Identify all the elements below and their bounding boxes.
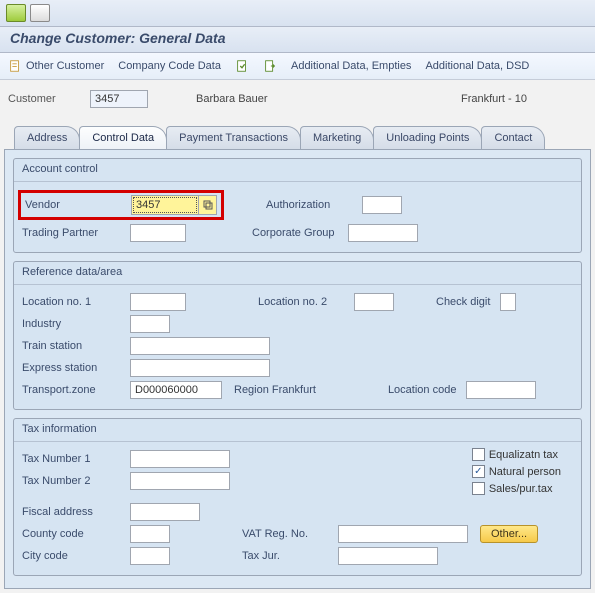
tax-checks: Equalizatn tax ✓ Natural person Sales/pu… [472,448,581,495]
vendor-highlight: Vendor [18,190,224,220]
tzone-input[interactable] [130,381,222,399]
tzone-text: Region Frankfurt [234,384,316,396]
group-account-control: Account control Vendor Authorization Tra… [13,158,582,253]
additional-empties-button[interactable]: Additional Data, Empties [291,60,411,72]
customer-number-input[interactable] [90,90,148,108]
sales-tax-checkbox[interactable] [472,482,485,495]
equal-tax-label: Equalizatn tax [489,449,558,461]
other-customer-label: Other Customer [26,60,104,72]
additional-dsd-label: Additional Data, DSD [425,60,529,72]
tab-address[interactable]: Address [14,126,80,149]
tax1-label: Tax Number 1 [22,453,124,465]
tab-panel-control-data: Account control Vendor Authorization Tra… [4,149,591,589]
trading-partner-label: Trading Partner [22,227,124,239]
customer-name: Barbara Bauer [196,93,268,105]
group-tax-title: Tax information [14,419,581,441]
page-title: Change Customer: General Data [0,27,595,53]
group-reference-title: Reference data/area [14,262,581,284]
loc2-label: Location no. 2 [258,296,348,308]
additional-dsd-button[interactable]: Additional Data, DSD [425,60,529,72]
corporate-group-input[interactable] [348,224,418,242]
search-help-icon [203,200,213,210]
group-account-control-title: Account control [14,159,581,181]
vendor-search-help[interactable] [198,196,216,214]
tab-strip: Address Control Data Payment Transaction… [0,126,595,149]
express-label: Express station [22,362,124,374]
other-customer-button[interactable]: Other Customer [8,59,104,73]
other-button[interactable]: Other... [480,525,538,543]
vendor-label: Vendor [25,199,121,211]
corporate-group-label: Corporate Group [252,227,342,239]
app-toolbar: Other Customer Company Code Data Additio… [0,53,595,80]
city-label: City code [22,550,124,562]
industry-label: Industry [22,318,124,330]
loc2-input[interactable] [354,293,394,311]
group-tax: Tax information Tax Number 1 Tax Number … [13,418,582,576]
tzone-label: Transport.zone [22,384,124,396]
authorization-label: Authorization [266,199,356,211]
tax1-input[interactable] [130,450,230,468]
tab-contact[interactable]: Contact [481,126,545,149]
vendor-input[interactable] [132,196,198,214]
ok-icon[interactable] [6,4,26,22]
tab-payment[interactable]: Payment Transactions [166,126,301,149]
equal-tax-checkbox[interactable] [472,448,485,461]
natural-person-checkbox[interactable]: ✓ [472,465,485,478]
taxjur-label: Tax Jur. [242,550,332,562]
document-icon [8,59,22,73]
check-digit-label: Check digit [436,296,494,308]
doc-green-icon[interactable] [235,59,249,73]
taxjur-input[interactable] [338,547,438,565]
fiscal-input[interactable] [130,503,200,521]
express-input[interactable] [130,359,270,377]
tab-marketing[interactable]: Marketing [300,126,374,149]
group-reference: Reference data/area Location no. 1 Locat… [13,261,582,410]
customer-header: Customer Barbara Bauer Frankfurt - 10 [0,80,595,126]
loc1-input[interactable] [130,293,186,311]
city-input[interactable] [130,547,170,565]
vat-label: VAT Reg. No. [242,528,332,540]
company-code-label: Company Code Data [118,60,221,72]
fiscal-label: Fiscal address [22,506,124,518]
additional-empties-label: Additional Data, Empties [291,60,411,72]
tax2-input[interactable] [130,472,230,490]
menu-icon[interactable] [30,4,50,22]
tab-unloading[interactable]: Unloading Points [373,126,482,149]
loc-code-input[interactable] [466,381,536,399]
vendor-field [131,195,217,215]
vat-input[interactable] [338,525,468,543]
train-label: Train station [22,340,124,352]
company-code-button[interactable]: Company Code Data [118,60,221,72]
tab-control-data[interactable]: Control Data [79,126,167,149]
doc-out-icon[interactable] [263,59,277,73]
industry-input[interactable] [130,315,170,333]
tax2-label: Tax Number 2 [22,475,124,487]
county-label: County code [22,528,124,540]
sales-tax-label: Sales/pur.tax [489,483,553,495]
check-digit-input[interactable] [500,293,516,311]
train-input[interactable] [130,337,270,355]
loc1-label: Location no. 1 [22,296,124,308]
customer-label: Customer [8,93,78,105]
natural-person-label: Natural person [489,466,561,478]
customer-city: Frankfurt - 10 [461,93,527,105]
trading-partner-input[interactable] [130,224,186,242]
county-input[interactable] [130,525,170,543]
authorization-input[interactable] [362,196,402,214]
window-toolbar [0,0,595,27]
loc-code-label: Location code [388,384,461,396]
